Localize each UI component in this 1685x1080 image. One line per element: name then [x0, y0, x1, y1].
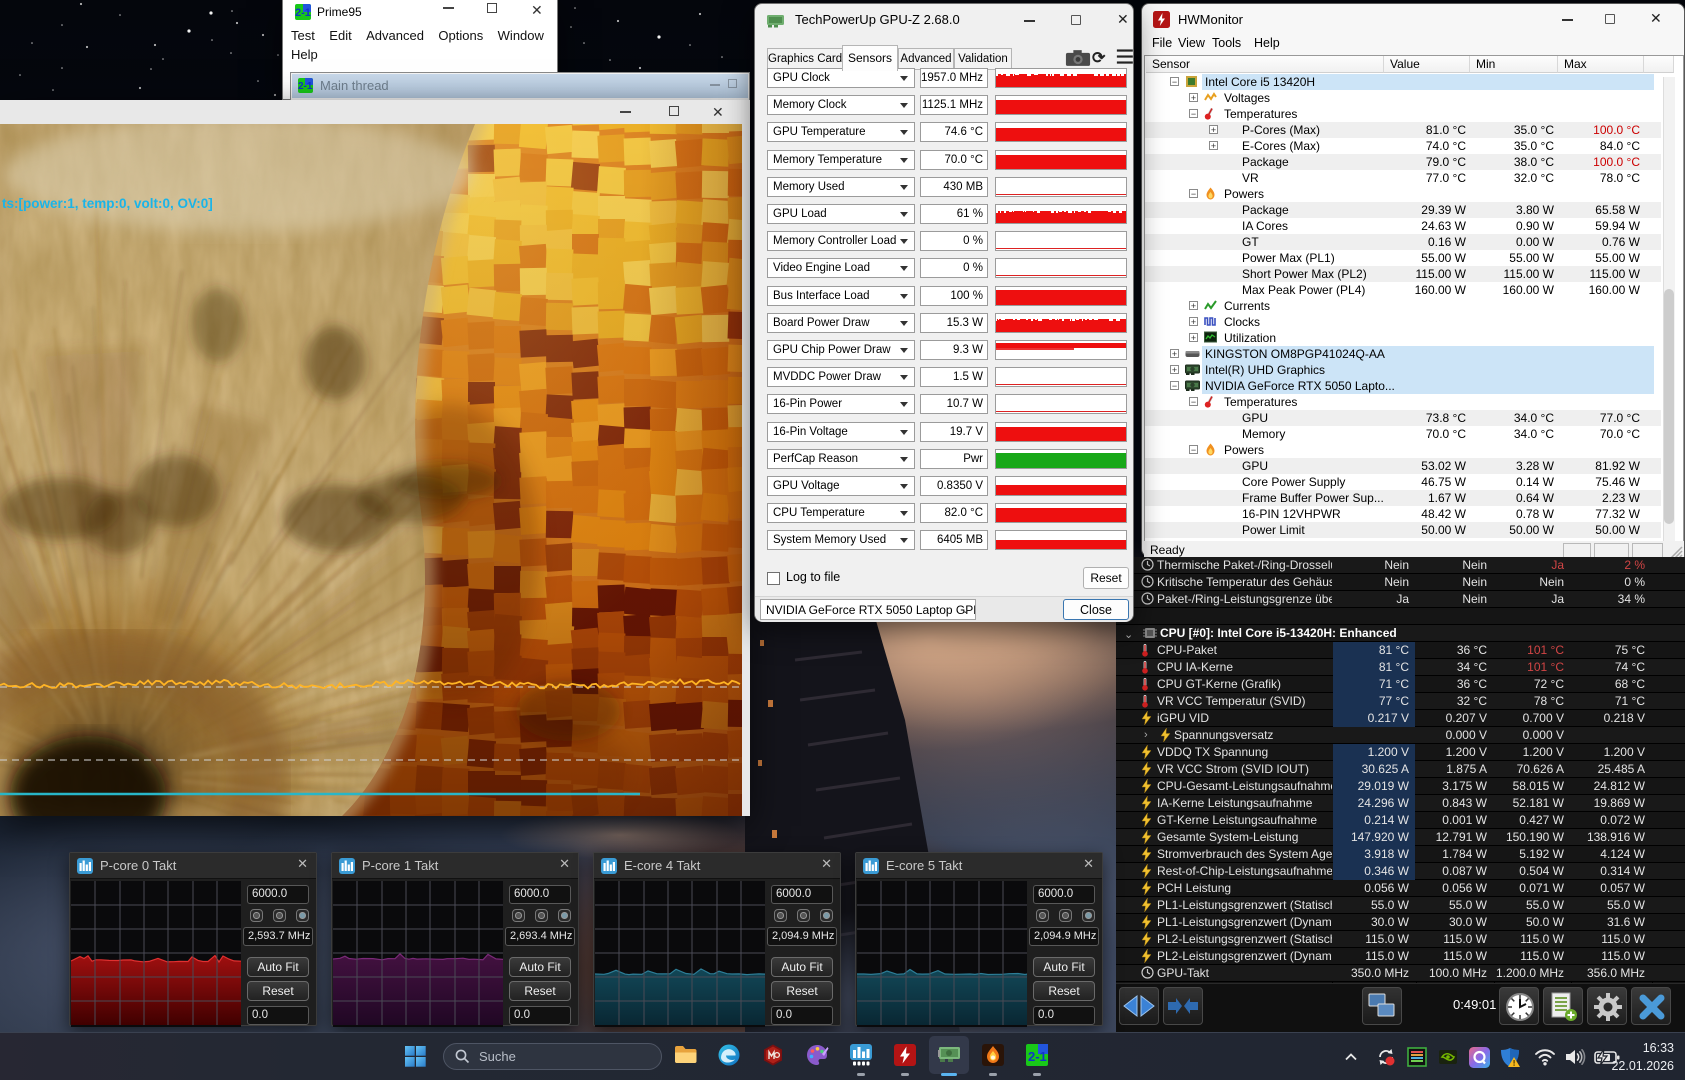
- svg-text:ts:[power:1, temp:0, volt:0, O: ts:[power:1, temp:0, volt:0, OV:0]: [2, 196, 213, 211]
- svg-text:2-1: 2-1: [1028, 1049, 1047, 1064]
